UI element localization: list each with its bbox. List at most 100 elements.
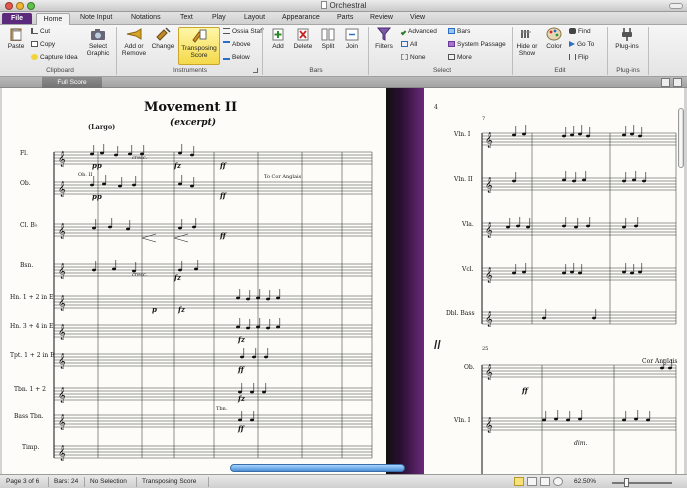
- instruments-dialog-launcher[interactable]: [253, 68, 258, 73]
- instrument-name-viola: Vla.: [462, 221, 474, 228]
- view-scroll-button[interactable]: [540, 477, 550, 486]
- clef-icon: 𝄞: [58, 224, 66, 239]
- tab-text[interactable]: Text: [180, 14, 193, 21]
- vertical-scrollbar-thumb[interactable]: [678, 108, 684, 168]
- note-head: [238, 418, 242, 422]
- cut-label: Cut: [40, 28, 51, 35]
- go-to-button[interactable]: Go To: [569, 41, 594, 48]
- tab-appearance[interactable]: Appearance: [282, 14, 320, 21]
- filters-button[interactable]: Filters: [372, 27, 396, 50]
- zoom-slider-thumb[interactable]: [624, 478, 629, 487]
- tab-view[interactable]: View: [410, 14, 425, 21]
- instrument-name-cello: Vcl.: [462, 266, 474, 273]
- note-head: [118, 184, 122, 188]
- copy-button[interactable]: Copy: [31, 41, 55, 48]
- score-document-area[interactable]: Movement II (excerpt) (Largo) 𝄞 𝄞 𝄞 𝄞 𝄞 𝄞 𝄞 𝄞 𝄞 𝄞…: [0, 88, 687, 474]
- color-button[interactable]: Color: [544, 27, 564, 50]
- toolbar-toggle-button[interactable]: [669, 3, 683, 9]
- instrument-name-trumpet: Tpt. 1 + 2 in E: [10, 352, 55, 359]
- instrument-name-trombone: Tbn. 1 + 2: [14, 386, 46, 393]
- ossia-below-button[interactable]: Below: [223, 54, 250, 61]
- clef-icon: 𝄞: [485, 223, 493, 238]
- note-head: [622, 418, 626, 422]
- note-head: [246, 297, 250, 301]
- view-single-page-button[interactable]: [527, 477, 537, 486]
- score-page-left[interactable]: Movement II (excerpt) (Largo) 𝄞 𝄞 𝄞 𝄞 𝄞 𝄞 𝄞 𝄞 𝄞 𝄞…: [2, 88, 386, 474]
- note-head: [178, 182, 182, 186]
- add-or-remove-button[interactable]: Add or Remove: [120, 27, 148, 57]
- paste-button[interactable]: Paste: [5, 27, 27, 50]
- add-bar-icon: [272, 28, 284, 41]
- find-button[interactable]: Find: [569, 28, 591, 35]
- tab-full-score[interactable]: Full Score: [42, 77, 102, 88]
- tab-notations[interactable]: Notations: [131, 14, 161, 21]
- join-bar-button[interactable]: Join: [342, 27, 362, 50]
- select-graphic-button[interactable]: Select Graphic: [84, 27, 112, 57]
- note-head: [586, 224, 590, 228]
- hide-or-show-label: Hide or Show: [516, 43, 538, 57]
- zoom-slider-track[interactable]: [612, 482, 672, 484]
- plugins-label: Plug-ins: [615, 43, 639, 50]
- select-all-button[interactable]: All: [401, 41, 417, 48]
- score-page-right[interactable]: 4 𝄞 𝄞 𝄞 𝄞 𝄞 𝄞 𝄞 7 25 Vln. I Vln. II Vla. Vcl. …: [424, 88, 684, 474]
- tab-parts[interactable]: Parts: [337, 14, 353, 21]
- note-head: [566, 418, 570, 422]
- capture-idea-button[interactable]: Capture Idea: [31, 54, 78, 61]
- transposing-score-label: Transposing Score: [181, 45, 217, 59]
- instrument-name-violin-2: Vln. II: [454, 176, 473, 183]
- page-spread-gap: [386, 88, 424, 474]
- ossia-above-button[interactable]: Above: [223, 41, 250, 48]
- note-head: [622, 225, 626, 229]
- none-label: None: [410, 54, 426, 61]
- parts-menu-button[interactable]: [661, 78, 670, 87]
- instrument-name-bassoon: Bsn.: [20, 262, 34, 269]
- plugins-button[interactable]: Plug-ins: [612, 27, 642, 50]
- tab-layout[interactable]: Layout: [244, 14, 265, 21]
- tab-home[interactable]: Home: [36, 13, 70, 25]
- split-bar-button[interactable]: Split: [318, 27, 338, 50]
- tab-play[interactable]: Play: [212, 14, 226, 21]
- tab-note-input[interactable]: Note Input: [80, 14, 112, 21]
- bar-number: 25: [482, 346, 489, 352]
- system-passage-button[interactable]: System Passage: [448, 41, 506, 48]
- flip-button[interactable]: Flip: [569, 54, 588, 61]
- horizontal-scrollbar-thumb[interactable]: [230, 464, 405, 472]
- delete-bar-button[interactable]: Delete: [292, 27, 314, 50]
- note-head: [572, 179, 576, 183]
- view-spreads-button[interactable]: [514, 477, 524, 486]
- plug-icon: [622, 28, 632, 41]
- more-select-button[interactable]: More: [448, 54, 472, 61]
- flip-label: Flip: [578, 54, 589, 61]
- hide-or-show-button[interactable]: Hide or Show: [515, 27, 539, 57]
- select-bars-button[interactable]: Bars: [448, 28, 470, 35]
- note-head: [512, 133, 516, 137]
- dynamic-marking: ff: [220, 161, 226, 170]
- note-head: [630, 271, 634, 275]
- advanced-select-button[interactable]: Advanced: [400, 28, 437, 36]
- instrument-name-timpani: Timp.: [22, 444, 40, 451]
- note-head: [570, 133, 574, 137]
- change-instrument-button[interactable]: Change: [150, 27, 176, 50]
- note-head: [516, 224, 520, 228]
- instrument-name-violin-1: Vln. I: [454, 131, 471, 138]
- note-head: [276, 296, 280, 300]
- add-bar-label: Add: [272, 43, 284, 50]
- clef-icon: 𝄞: [58, 182, 66, 197]
- ossia-staff-button[interactable]: Ossia Staff: [223, 28, 264, 35]
- dynamic-marking: ff: [220, 231, 226, 240]
- add-bar-button[interactable]: Add: [268, 27, 288, 50]
- select-none-button[interactable]: None: [401, 54, 426, 61]
- tab-review[interactable]: Review: [370, 14, 393, 21]
- cut-button[interactable]: Cut: [31, 28, 50, 35]
- tab-file[interactable]: File: [2, 13, 32, 24]
- clef-icon: 𝄞: [485, 268, 493, 283]
- instrument-name-oboe-right: Ob.: [464, 364, 475, 371]
- zoom-out-button[interactable]: [553, 477, 563, 486]
- note-head: [256, 325, 260, 329]
- transposing-score-button[interactable]: Transposing Score: [178, 27, 220, 65]
- cor-anglais-text: Cor Anglais: [642, 358, 678, 365]
- lightbulb-icon: [31, 54, 38, 60]
- note-head: [578, 132, 582, 136]
- dynamic-marking: cresc.: [132, 272, 148, 278]
- panel-toggle-button[interactable]: [673, 78, 682, 87]
